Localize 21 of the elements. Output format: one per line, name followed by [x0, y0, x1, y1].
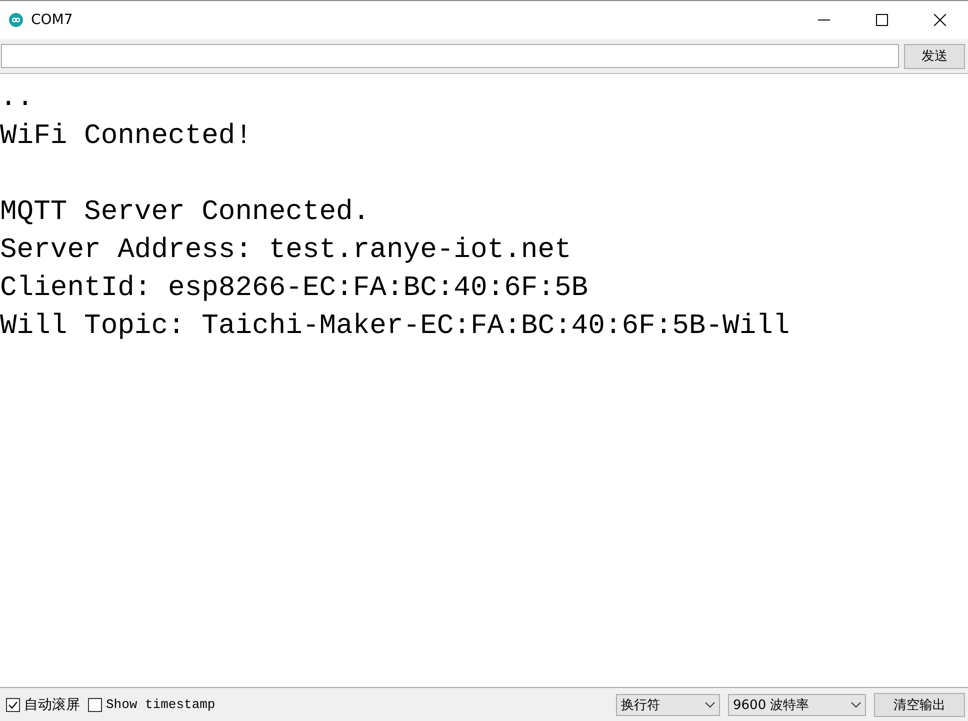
output-line: ClientId: esp8266-EC:FA:BC:40:6F:5B [0, 272, 588, 306]
app-logo-icon [9, 13, 23, 27]
input-field[interactable] [1, 44, 899, 68]
output-line: .. [0, 82, 34, 116]
output-line: Will Topic: Taichi-Maker-EC:FA:BC:40:6F:5B-Will [0, 310, 790, 344]
send-button[interactable]: 发送 [904, 44, 965, 68]
output-line: Server Address: test.ranye-iot.net [0, 234, 572, 268]
window-title: COM7 [31, 12, 73, 28]
maximize-icon[interactable] [876, 14, 888, 26]
clear-output-button[interactable]: 清空输出 [874, 692, 965, 716]
close-icon[interactable] [934, 14, 946, 26]
caret-icon [705, 702, 715, 708]
caret-icon [851, 702, 861, 708]
checkbox[interactable] [6, 698, 20, 712]
output-line: WiFi Connected! [0, 120, 252, 154]
checkbox-label: 自动滚屏 [24, 696, 80, 714]
output-line: MQTT Server Connected. [0, 196, 370, 230]
line-ending-dropdown[interactable]: 换行符 [616, 694, 720, 716]
baud-rate-dropdown[interactable]: 9600 波特率 [728, 694, 866, 716]
checkbox[interactable] [88, 698, 102, 712]
checkbox-label: Show timestamp [106, 697, 216, 712]
